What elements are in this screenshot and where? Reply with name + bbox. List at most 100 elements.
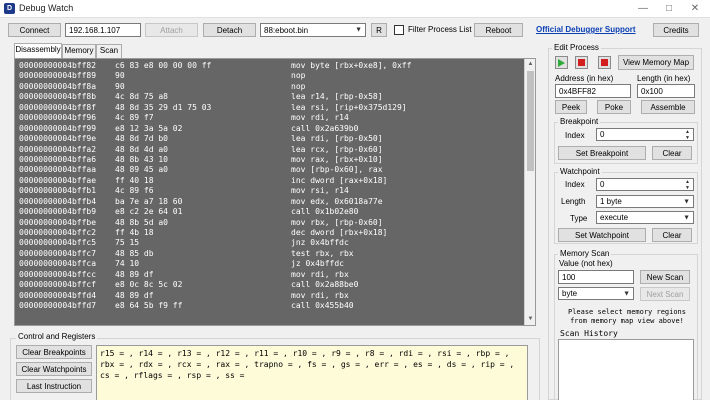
disassembly-addr: 00000000004bff99 (19, 123, 97, 133)
run-button[interactable] (555, 56, 568, 69)
clear-breakpoint-button[interactable]: Clear (652, 146, 692, 160)
watchpoint-type-select[interactable]: execute ▼ (596, 211, 694, 224)
new-scan-button[interactable]: New Scan (640, 270, 690, 284)
disassembly-row[interactable]: 00000000004bffb9 e8 c2 2e 64 01 call 0x1b0… (19, 207, 523, 217)
scan-type-select[interactable]: byte ▼ (558, 287, 634, 300)
disassembly-row[interactable]: 00000000004bffc7 48 85 db test rbx, rbx (19, 249, 523, 259)
disassembly-row[interactable]: 00000000004bff82 c6 83 e8 00 00 00 ff mov … (19, 61, 523, 71)
clear-watchpoint-button[interactable]: Clear (652, 228, 692, 242)
address-label: Address (in hex) (555, 74, 614, 83)
last-instruction-button[interactable]: Last Instruction (16, 379, 92, 393)
filter-process-label: Filter Process List (408, 25, 472, 34)
chevron-down-icon: ▼ (683, 198, 690, 205)
disassembly-row[interactable]: 00000000004bffaa 48 89 45 a0 mov [rbp-0x60… (19, 165, 523, 175)
disassembly-row[interactable]: 00000000004bffd7 e8 64 5b f9 ff call 0x455… (19, 301, 523, 311)
disassembly-row[interactable]: 00000000004bff8b 4c 8d 75 a8 lea r14, [rbp… (19, 92, 523, 102)
disassembly-bytes: ff 4b 18 (115, 228, 154, 237)
disassembly-bytes: 48 85 db (115, 248, 154, 258)
process-select[interactable]: 88:eboot.bin ▼ (260, 23, 366, 37)
tab-memory[interactable]: Memory (62, 44, 96, 58)
title-bar: D Debug Watch — □ ✕ (0, 0, 710, 18)
disassembly-row[interactable]: 00000000004bffb1 4c 89 f6 mov rsi, r14 (19, 186, 523, 196)
disassembly-bytes: e8 12 3a 5a 02 (115, 123, 183, 133)
disassembly-addr: 00000000004bffc7 (19, 248, 97, 258)
maximize-button[interactable]: □ (656, 0, 682, 18)
refresh-processes-button[interactable]: R (371, 23, 387, 37)
disassembly-addr: 00000000004bff8f (19, 102, 97, 112)
reboot-button[interactable]: Reboot (474, 23, 523, 37)
disassembly-scrollbar[interactable]: ▲ ▼ (524, 59, 535, 325)
credits-button[interactable]: Credits (653, 23, 699, 37)
disassembly-instr: mov rdi, rbx (291, 290, 349, 300)
breakpoint-index-value: 0 (600, 130, 605, 139)
disassembly-row[interactable]: 00000000004bffcf e8 0c 8c 5c 02 call 0x2a8… (19, 280, 523, 290)
spinner-arrows-icon[interactable]: ▲ ▼ (685, 179, 690, 191)
next-scan-button[interactable]: Next Scan (640, 287, 690, 301)
disassembly-addr: 00000000004bff8a (19, 81, 97, 91)
length-input[interactable]: 0x100 (637, 84, 695, 98)
tab-scan[interactable]: Scan (96, 44, 122, 58)
clear-watchpoints-button[interactable]: Clear Watchpoints (16, 362, 92, 376)
detach-button[interactable]: Detach (203, 23, 256, 37)
disassembly-row[interactable]: 00000000004bffa6 48 8b 43 10 mov rax, [rbx… (19, 155, 523, 165)
scan-value-input[interactable]: 100 (558, 270, 634, 284)
scrollbar-thumb[interactable] (527, 71, 534, 171)
disassembly-instr: call 0x1b02e80 (291, 207, 359, 217)
disassembly-addr: 00000000004bff82 (19, 61, 97, 70)
disassembly-row[interactable]: 00000000004bffcc 48 89 df mov rdi, rbx (19, 270, 523, 280)
address-input[interactable]: 0x4BFF82 (555, 84, 631, 98)
poke-button[interactable]: Poke (597, 100, 631, 114)
watchpoint-index-spinner[interactable]: 0 ▲ ▼ (596, 178, 694, 191)
assemble-button[interactable]: Assemble (641, 100, 695, 114)
scan-message: Please select memory regions from memory… (567, 308, 686, 325)
connect-button[interactable]: Connect (8, 23, 61, 37)
disassembly-row[interactable]: 00000000004bffca 74 10 jz 0x4bffdc (19, 259, 523, 269)
ip-address-input[interactable]: 192.168.1.107 (65, 23, 141, 37)
disassembly-row[interactable]: 00000000004bffd4 48 89 df mov rdi, rbx (19, 291, 523, 301)
scroll-up-arrow-icon[interactable]: ▲ (525, 59, 535, 70)
registers-view[interactable]: r15 = , r14 = , r13 = , r12 = , r11 = , … (96, 345, 528, 400)
disassembly-row[interactable]: 00000000004bff99 e8 12 3a 5a 02 call 0x2a6… (19, 124, 523, 134)
disassembly-row[interactable]: 00000000004bffae ff 40 18 inc dword [rax+0… (19, 176, 523, 186)
view-memory-map-button[interactable]: View Memory Map (618, 55, 694, 70)
disassembly-bytes: 74 10 (115, 259, 140, 269)
breakpoint-index-spinner[interactable]: 0 ▲ ▼ (596, 128, 694, 141)
filter-process-checkbox[interactable] (394, 25, 404, 35)
tab-disassembly[interactable]: Disassembly (14, 43, 62, 58)
clear-breakpoints-button[interactable]: Clear Breakpoints (16, 345, 92, 359)
disassembly-bytes: 48 89 df (115, 269, 154, 279)
disassembly-row[interactable]: 00000000004bffc2 ff 4b 18 dec dword [rbx+0… (19, 228, 523, 238)
disassembly-instr: test rbx, rbx (291, 248, 354, 258)
disassembly-bytes: c6 83 e8 00 00 00 ff (115, 61, 212, 70)
disassembly-row[interactable]: 00000000004bff8a 90 nop (19, 82, 523, 92)
disassembly-row[interactable]: 00000000004bff96 4c 89 f7 mov rdi, r14 (19, 113, 523, 123)
disassembly-addr: 00000000004bffaa (19, 165, 97, 175)
disassembly-row[interactable]: 00000000004bff8f 48 8d 35 29 d1 75 03 lea … (19, 103, 523, 113)
disassembly-bytes: ba 7e a7 18 60 (115, 196, 183, 206)
scroll-down-arrow-icon[interactable]: ▼ (525, 314, 535, 325)
close-button[interactable]: ✕ (682, 0, 708, 18)
disassembly-addr: 00000000004bffb1 (19, 186, 97, 196)
scan-value-label: Value (not hex) (559, 259, 613, 268)
disassembly-view[interactable]: 00000000004bff82 c6 83 e8 00 00 00 ff mov … (14, 58, 536, 326)
disassembly-instr: lea r14, [rbp-0x58] (291, 92, 383, 102)
set-breakpoint-button[interactable]: Set Breakpoint (558, 146, 646, 160)
pause-button[interactable] (575, 56, 588, 69)
disassembly-row[interactable]: 00000000004bffc5 75 15 jnz 0x4bffdc (19, 238, 523, 248)
minimize-button[interactable]: — (630, 0, 656, 18)
spinner-arrows-icon[interactable]: ▲ ▼ (685, 129, 690, 141)
stop-button[interactable] (598, 56, 611, 69)
official-support-link[interactable]: Official Debugger Support (536, 25, 636, 34)
disassembly-row[interactable]: 00000000004bffa2 48 8d 4d a0 lea rcx, [rbp… (19, 145, 523, 155)
memory-scan-title: Memory Scan (558, 249, 612, 258)
disassembly-row[interactable]: 00000000004bffb4 ba 7e a7 18 60 mov edx, 0… (19, 197, 523, 207)
scan-history-label: Scan History (560, 329, 618, 338)
peek-button[interactable]: Peek (555, 100, 587, 114)
set-watchpoint-button[interactable]: Set Watchpoint (558, 228, 646, 242)
scan-history-list[interactable] (558, 339, 694, 400)
disassembly-row[interactable]: 00000000004bffbe 48 8b 5d a0 mov rbx, [rbp… (19, 218, 523, 228)
attach-button[interactable]: Attach (145, 23, 198, 37)
disassembly-row[interactable]: 00000000004bff9e 48 8d 7d b0 lea rdi, [rbp… (19, 134, 523, 144)
disassembly-row[interactable]: 00000000004bff89 90 nop (19, 71, 523, 81)
watchpoint-length-select[interactable]: 1 byte ▼ (596, 195, 694, 208)
